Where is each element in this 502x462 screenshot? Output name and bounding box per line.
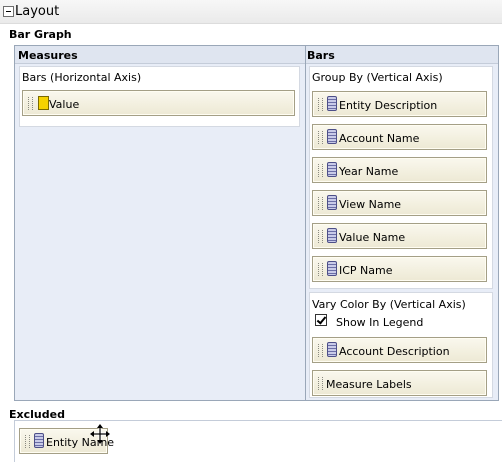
item-label: Value Name	[339, 231, 406, 244]
drag-grip-icon[interactable]	[318, 344, 323, 357]
dimension-icon	[327, 162, 337, 177]
dimension-icon	[327, 261, 337, 276]
dimension-icon	[327, 96, 337, 111]
layout-header	[0, 0, 502, 24]
show-in-legend-label: Show In Legend	[336, 316, 424, 329]
dimension-icon	[327, 342, 337, 357]
item-label: View Name	[339, 198, 402, 211]
move-cursor-icon	[90, 424, 110, 444]
account-name-item[interactable]: Account Name	[312, 124, 487, 150]
item-label: Year Name	[339, 165, 399, 178]
bars-title: Bars	[307, 49, 335, 62]
collapse-icon[interactable]	[3, 6, 14, 17]
drag-grip-icon[interactable]	[318, 164, 323, 177]
drag-grip-icon[interactable]	[318, 197, 323, 210]
vary-color-label: Vary Color By (Vertical Axis)	[312, 298, 466, 311]
item-label: Value	[49, 98, 80, 111]
dimension-icon	[327, 195, 337, 210]
item-label: ICP Name	[339, 264, 393, 277]
group-by-label: Group By (Vertical Axis)	[312, 71, 443, 84]
measure-labels-item[interactable]: Measure Labels	[312, 370, 487, 396]
item-label: Entity Description	[339, 99, 438, 112]
drag-grip-icon[interactable]	[25, 435, 30, 448]
section-title: Bar Graph	[9, 28, 72, 41]
item-label: Account Description	[339, 345, 450, 358]
drag-grip-icon[interactable]	[318, 230, 323, 243]
measure-icon	[38, 96, 49, 110]
entity-description-item[interactable]: Entity Description	[312, 91, 487, 117]
view-name-item[interactable]: View Name	[312, 190, 487, 216]
drag-grip-icon[interactable]	[318, 98, 323, 111]
drag-grip-icon[interactable]	[318, 263, 323, 276]
account-description-item[interactable]: Account Description	[312, 337, 487, 363]
column-divider	[305, 46, 306, 401]
drag-grip-icon[interactable]	[318, 131, 323, 144]
horizontal-axis-label: Bars (Horizontal Axis)	[22, 71, 142, 84]
year-name-item[interactable]: Year Name	[312, 157, 487, 183]
icp-name-item[interactable]: ICP Name	[312, 256, 487, 282]
layout-title: Layout	[15, 4, 60, 19]
dimension-icon	[34, 433, 44, 448]
value-measure-item[interactable]: Value	[22, 90, 295, 116]
drag-grip-icon[interactable]	[318, 377, 323, 390]
measures-title: Measures	[18, 49, 78, 62]
item-label: Account Name	[339, 132, 420, 145]
dimension-icon	[327, 228, 337, 243]
item-label: Measure Labels	[326, 378, 412, 391]
dimension-icon	[327, 129, 337, 144]
value-name-item[interactable]: Value Name	[312, 223, 487, 249]
drag-grip-icon[interactable]	[28, 97, 33, 110]
show-in-legend-checkbox[interactable]	[315, 314, 327, 326]
